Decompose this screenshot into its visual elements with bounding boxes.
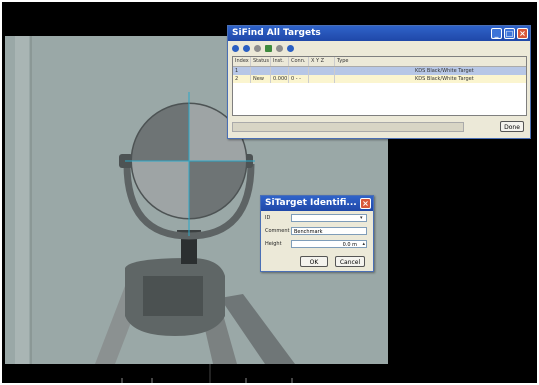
forward-icon[interactable] xyxy=(243,45,250,52)
screen: SiFind All Targets _ □ × Index Status In… xyxy=(2,2,537,383)
back-icon[interactable] xyxy=(232,45,239,52)
column-header-inst[interactable]: Inst. xyxy=(271,57,289,66)
delete-icon[interactable] xyxy=(276,45,283,52)
spinner-icon[interactable]: ▴ xyxy=(360,242,365,247)
cell-xyz xyxy=(309,75,335,83)
cell-status xyxy=(251,67,271,75)
close-icon: × xyxy=(519,29,526,38)
cell-status: New xyxy=(251,75,271,83)
table-row[interactable]: 1 KDS Black/White Target xyxy=(233,67,526,75)
maximize-button[interactable]: □ xyxy=(504,28,515,39)
minimize-icon: _ xyxy=(494,29,499,38)
tripod-mount xyxy=(143,276,203,316)
cell-inst: 0.000 xyxy=(273,75,289,83)
cell-index: 1 xyxy=(233,67,251,75)
column-header-type[interactable]: Type xyxy=(335,57,524,66)
find-toolbar xyxy=(228,41,530,56)
comment-field[interactable]: Benchmark xyxy=(291,227,367,235)
cell-inst xyxy=(271,67,289,75)
find-window-titlebar[interactable]: SiFind All Targets _ □ × xyxy=(228,26,530,41)
id-label: ID xyxy=(265,215,271,221)
column-header-status[interactable]: Status xyxy=(251,57,271,66)
target-quadrant-upper-left xyxy=(132,104,189,161)
maximize-icon: □ xyxy=(505,29,514,38)
add-icon[interactable] xyxy=(265,45,272,52)
height-field[interactable]: 0.0 m ▴ xyxy=(291,240,367,248)
cell-conn: 0 - - xyxy=(289,75,309,83)
minimize-button[interactable]: _ xyxy=(491,28,502,39)
horizontal-scrollbar[interactable] xyxy=(232,122,464,132)
height-value: 0.0 m xyxy=(342,242,357,248)
timeline-strip xyxy=(121,364,293,383)
column-header-index[interactable]: Index xyxy=(233,57,251,66)
ident-window-title: SiTarget Identifi... xyxy=(265,198,357,208)
cell-type: KDS Black/White Target xyxy=(415,68,474,74)
height-label: Height xyxy=(265,241,282,247)
find-all-targets-window[interactable]: SiFind All Targets _ □ × Index Status In… xyxy=(227,25,531,139)
wall-column xyxy=(15,36,29,364)
ident-window-titlebar[interactable]: SiTarget Identifi... × xyxy=(261,196,373,211)
refresh-icon[interactable] xyxy=(254,45,261,52)
targets-table: Index Status Inst. Conn. X Y Z Type 1 KD… xyxy=(232,56,527,116)
close-icon: × xyxy=(362,199,369,208)
cell-conn xyxy=(289,67,309,75)
target-icon[interactable] xyxy=(287,45,294,52)
done-button[interactable]: Done xyxy=(500,121,524,132)
close-button[interactable]: × xyxy=(360,198,371,209)
table-header: Index Status Inst. Conn. X Y Z Type xyxy=(233,57,526,67)
id-select[interactable]: ▾ xyxy=(291,214,367,222)
find-window-title: SiFind All Targets xyxy=(232,28,321,38)
cell-xyz xyxy=(309,67,335,75)
column-header-xyz[interactable]: X Y Z xyxy=(309,57,335,66)
close-button[interactable]: × xyxy=(517,28,528,39)
comment-label: Comment xyxy=(265,228,290,234)
chevron-down-icon: ▾ xyxy=(360,215,363,221)
ok-button[interactable]: OK xyxy=(300,256,328,267)
table-row[interactable]: 2 New 0.000 0 - - KDS Black/White Target xyxy=(233,75,526,83)
cell-index: 2 xyxy=(233,75,251,83)
cell-type: KDS Black/White Target xyxy=(415,76,474,82)
cancel-button[interactable]: Cancel xyxy=(335,256,365,267)
target-identification-window[interactable]: SiTarget Identifi... × ID ▾ Comment Benc… xyxy=(260,195,374,272)
column-header-conn[interactable]: Conn. xyxy=(289,57,309,66)
